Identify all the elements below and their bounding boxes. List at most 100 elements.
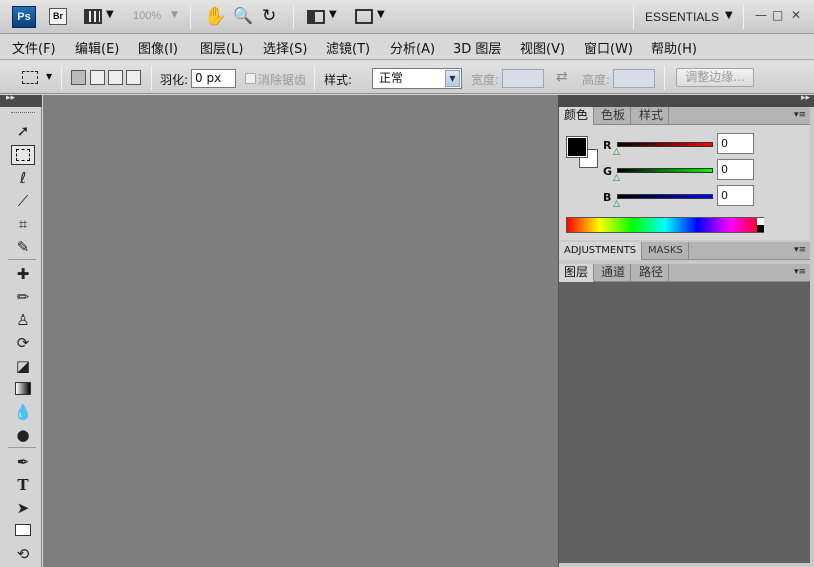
toolbox-header[interactable]: ▸▸ [0, 93, 42, 107]
layers-panel[interactable] [559, 282, 810, 563]
rectangular-marquee-tool-icon[interactable] [11, 145, 35, 165]
panel-menu-icon[interactable]: ▾≡ [794, 110, 806, 120]
menu-window[interactable]: 窗口(W) [584, 38, 633, 57]
chevron-down-icon[interactable]: ▼ [329, 9, 337, 20]
rotate-view-icon[interactable]: ↻ [262, 6, 276, 26]
menu-edit[interactable]: 编辑(E) [75, 38, 119, 57]
separator [190, 5, 191, 29]
menu-3d[interactable]: 3D 图层 [453, 38, 501, 57]
separator [293, 5, 294, 29]
chevron-down-icon[interactable]: ▼ [377, 9, 385, 20]
blue-slider-handle-icon[interactable]: △ [613, 199, 620, 209]
history-brush-tool-icon[interactable]: ⟳ [11, 333, 35, 353]
intersect-selection-icon[interactable] [126, 70, 141, 85]
color-spectrum-ramp[interactable] [566, 217, 764, 233]
move-tool-icon[interactable]: ➚ [11, 121, 35, 141]
swap-icon[interactable]: ⇄ [556, 69, 568, 85]
path-selection-tool-icon[interactable]: ➤ [11, 498, 35, 518]
tab-paths[interactable]: 路径 [634, 264, 670, 282]
pen-tool-icon[interactable]: ✒ [11, 452, 35, 472]
eyedropper-tool-icon[interactable]: ✎ [11, 237, 35, 257]
film-mini-bridge-icon[interactable] [84, 9, 102, 24]
menu-bar: 文件(F) 编辑(E) 图像(I) 图层(L) 选择(S) 滤镜(T) 分析(A… [0, 35, 814, 60]
tab-adjustments[interactable]: ADJUSTMENTS [559, 242, 643, 260]
menu-image[interactable]: 图像(I) [138, 38, 178, 57]
quick-selection-tool-icon[interactable]: ⟋ [11, 191, 35, 211]
tab-styles[interactable]: 样式 [634, 107, 670, 125]
tab-masks[interactable]: MASKS [643, 242, 689, 260]
arrange-documents-icon[interactable] [307, 10, 325, 24]
menu-help[interactable]: 帮助(H) [651, 38, 697, 57]
width-input[interactable] [502, 69, 544, 88]
red-value-input[interactable]: 0 [717, 133, 754, 154]
menu-layer[interactable]: 图层(L) [200, 38, 243, 57]
zoom-tool-icon[interactable]: 🔍 [233, 6, 253, 25]
add-to-selection-icon[interactable] [90, 70, 105, 85]
green-value-input[interactable]: 0 [717, 159, 754, 180]
separator [61, 66, 62, 90]
new-selection-icon[interactable] [71, 70, 86, 85]
chevron-down-icon[interactable]: ▼ [725, 10, 733, 21]
green-slider-handle-icon[interactable]: △ [613, 173, 620, 183]
tab-color[interactable]: 颜色 [559, 107, 595, 125]
antialias-checkbox[interactable] [245, 73, 256, 84]
panel-dock-header[interactable]: ▸▸ [558, 93, 814, 107]
dodge-tool-icon[interactable]: ● [11, 425, 35, 445]
document-canvas-area[interactable] [43, 95, 558, 567]
chevron-down-icon[interactable]: ▼ [106, 9, 114, 20]
lasso-tool-icon[interactable]: ℓ [11, 168, 35, 188]
tab-swatches[interactable]: 色板 [596, 107, 632, 125]
menu-view[interactable]: 视图(V) [520, 38, 565, 57]
eraser-tool-icon[interactable]: ◪ [11, 356, 35, 376]
blue-slider[interactable] [617, 194, 713, 199]
subtract-selection-icon[interactable] [108, 70, 123, 85]
panel-menu-icon[interactable]: ▾≡ [794, 267, 806, 277]
red-slider[interactable] [617, 142, 713, 147]
separator [151, 66, 152, 90]
3d-rotate-tool-icon[interactable]: ⟲ [11, 544, 35, 564]
separator [314, 66, 315, 90]
blur-tool-icon[interactable]: 💧 [11, 402, 35, 422]
green-slider[interactable] [617, 168, 713, 173]
gradient-tool-icon[interactable] [11, 379, 35, 399]
close-icon[interactable]: ✕ [791, 8, 801, 22]
menu-analysis[interactable]: 分析(A) [390, 38, 435, 57]
panel-menu-icon[interactable]: ▾≡ [794, 245, 806, 255]
chevron-down-icon[interactable]: ▼ [171, 10, 178, 20]
brush-tool-icon[interactable]: ✏ [11, 287, 35, 307]
blue-value-input[interactable]: 0 [717, 185, 754, 206]
menu-filter[interactable]: 滤镜(T) [326, 38, 370, 57]
marquee-preset-icon[interactable] [22, 71, 38, 84]
toolbox-grip[interactable] [11, 112, 35, 114]
minimize-icon[interactable]: — [755, 8, 767, 22]
menu-select[interactable]: 选择(S) [263, 38, 307, 57]
healing-brush-tool-icon[interactable]: ✚ [11, 264, 35, 284]
collapse-icon[interactable]: ▸▸ [801, 93, 810, 103]
red-slider-handle-icon[interactable]: △ [613, 147, 620, 157]
menu-file[interactable]: 文件(F) [12, 38, 56, 57]
style-label: 样式: [324, 73, 353, 87]
clone-stamp-tool-icon[interactable]: ♙ [11, 310, 35, 330]
bridge-button[interactable]: Br [49, 8, 67, 25]
tab-channels[interactable]: 通道 [596, 264, 632, 282]
separator [8, 447, 36, 448]
crop-tool-icon[interactable]: ⌗ [11, 214, 35, 234]
tab-layers[interactable]: 图层 [559, 264, 595, 282]
zoom-level[interactable]: 100% [133, 10, 161, 22]
collapse-icon[interactable]: ▸▸ [6, 93, 15, 103]
workspace-switcher[interactable]: ESSENTIALS [645, 10, 719, 24]
chevron-down-icon[interactable]: ▼ [46, 72, 52, 81]
hand-tool-icon[interactable]: ✋ [204, 6, 226, 27]
maximize-icon[interactable]: □ [772, 8, 783, 22]
chevron-down-icon[interactable]: ▼ [445, 70, 460, 87]
type-tool-icon[interactable]: T [11, 475, 35, 495]
options-bar: ▼ 羽化: 0 px 消除锯齿 样式: 正常 ▼ 宽度: ⇄ 高度: 调整边缘.… [0, 61, 814, 94]
feather-input[interactable]: 0 px [191, 69, 236, 88]
rectangle-tool-icon[interactable] [11, 521, 35, 541]
height-input[interactable] [613, 69, 655, 88]
screen-mode-icon[interactable] [355, 9, 373, 24]
foreground-color-swatch[interactable] [566, 136, 588, 158]
refine-edge-button[interactable]: 调整边缘... [676, 68, 754, 87]
white-black-swatch[interactable] [757, 218, 764, 232]
width-label: 宽度: [471, 73, 500, 87]
